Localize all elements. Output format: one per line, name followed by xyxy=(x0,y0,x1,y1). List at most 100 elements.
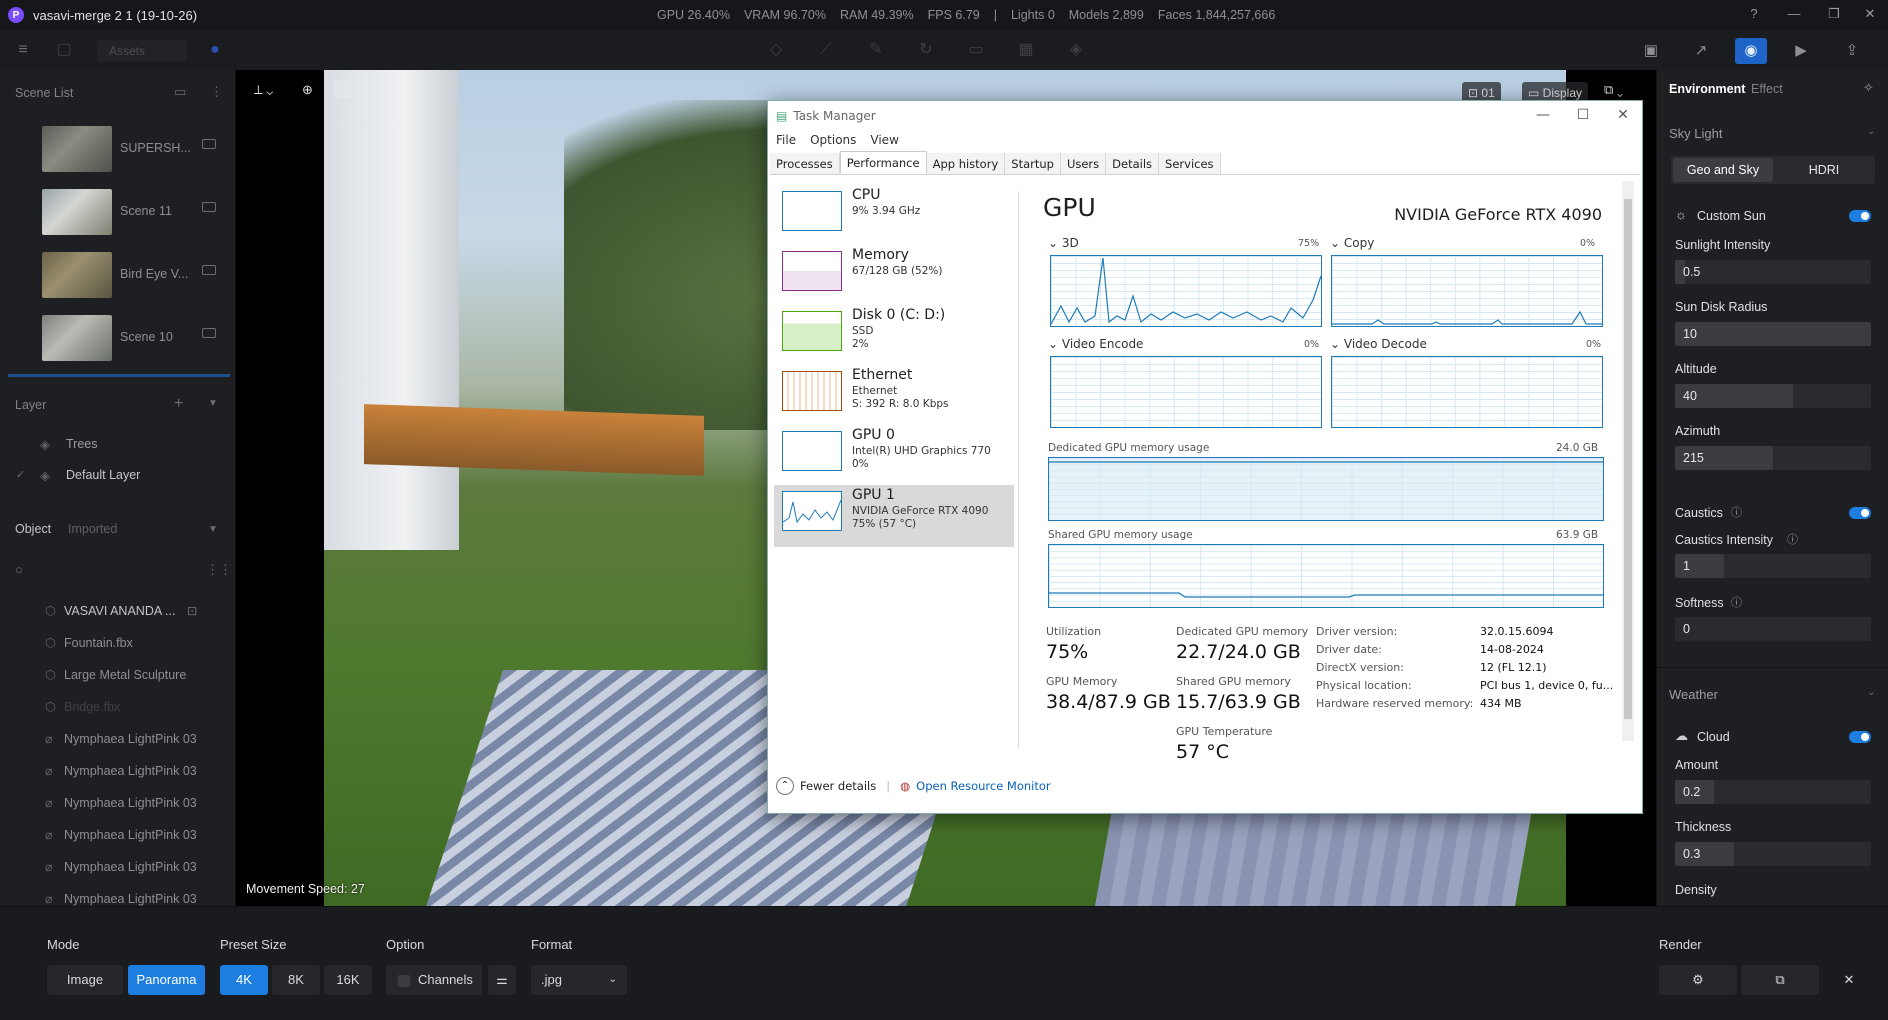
check-icon[interactable]: ✓ xyxy=(16,468,25,481)
thickness-slider[interactable]: 0.3 xyxy=(1675,842,1871,866)
tab-effect[interactable]: Effect xyxy=(1751,82,1783,96)
tab-services[interactable]: Services xyxy=(1159,153,1221,174)
perf-item-disk[interactable]: Disk 0 (C: D:) SSD 2% xyxy=(774,305,1014,367)
camera-icon[interactable]: ◉ xyxy=(1735,38,1767,64)
mode-image-button[interactable]: Image xyxy=(47,965,123,995)
chevron-down-icon[interactable]: ⌄ xyxy=(1330,236,1344,250)
chevron-down-icon[interactable]: ⌄ xyxy=(1330,337,1344,351)
weather-header[interactable]: Weather xyxy=(1669,687,1718,702)
hdri-button[interactable]: HDRI xyxy=(1775,158,1873,182)
layout-icon[interactable]: ⧉ ⌄ xyxy=(1604,82,1623,98)
object-item[interactable]: ⬡ VASAVI ANANDA ... ⊡ xyxy=(45,603,197,618)
object-item[interactable]: ⌀ Nymphaea LightPink 03 xyxy=(45,763,197,778)
object-item[interactable]: ⬡ Large Metal Sculpture xyxy=(45,667,186,682)
tab-details[interactable]: Details xyxy=(1106,153,1160,174)
imported-tab[interactable]: Imported xyxy=(68,522,117,536)
cloud-toggle[interactable] xyxy=(1849,731,1871,743)
camera-icon[interactable] xyxy=(202,265,216,275)
size-4k-button[interactable]: 4K xyxy=(220,965,268,995)
perf-item-gpu1[interactable]: GPU 1 NVIDIA GeForce RTX 4090 75% (57 °C… xyxy=(774,485,1014,547)
object-item[interactable]: ⌀ Nymphaea LightPink 03 xyxy=(45,859,197,874)
layer-item-trees[interactable]: Trees xyxy=(66,437,98,451)
tab-processes[interactable]: Processes xyxy=(770,153,840,174)
maximize-icon[interactable]: ❐ xyxy=(1824,6,1844,22)
caustics-intensity-slider[interactable]: 1 xyxy=(1675,554,1871,578)
file-icon[interactable]: ▢ xyxy=(54,40,74,60)
render-queue-icon[interactable]: ⧉ xyxy=(1741,965,1819,995)
grid-view-icon[interactable]: ⋮⋮ xyxy=(206,562,232,578)
custom-sun-toggle[interactable] xyxy=(1849,210,1871,222)
menu-file[interactable]: File xyxy=(776,133,796,147)
chevron-down-icon[interactable]: ⌄ xyxy=(1048,236,1062,250)
layer-item-default[interactable]: Default Layer xyxy=(66,468,140,482)
tm-maximize-icon[interactable]: ☐ xyxy=(1568,107,1598,123)
object-tab[interactable]: Object xyxy=(15,522,51,536)
add-layer-icon[interactable]: + xyxy=(174,395,183,413)
softness-slider[interactable]: 0 xyxy=(1675,617,1871,641)
object-item[interactable]: ⌀ Nymphaea LightPink 03 xyxy=(45,795,197,810)
video-icon[interactable]: ▭ xyxy=(966,40,986,60)
sky-light-header[interactable]: Sky Light xyxy=(1669,126,1722,141)
grid-icon[interactable]: ▦ xyxy=(1016,40,1036,60)
tm-scrollbar[interactable] xyxy=(1622,181,1634,741)
measure-icon[interactable]: ⟋ xyxy=(816,40,836,60)
sunlight-intensity-slider[interactable]: 0.5 xyxy=(1675,260,1871,284)
scene-item[interactable]: SUPERSH... xyxy=(42,124,222,174)
perf-item-memory[interactable]: Memory 67/128 GB (52%) xyxy=(774,245,1014,307)
chevron-down-icon[interactable]: ⌄ xyxy=(1048,337,1062,351)
size-8k-button[interactable]: 8K xyxy=(272,965,320,995)
refresh-icon[interactable]: ↻ xyxy=(916,40,936,60)
globe-icon[interactable]: ⊕ xyxy=(302,82,313,98)
channels-checkbox[interactable]: Channels xyxy=(386,965,482,995)
close-icon[interactable]: ✕ xyxy=(1860,6,1880,22)
sphere-icon[interactable]: ● xyxy=(205,40,225,60)
scene-item[interactable]: Bird Eye V... xyxy=(42,250,222,300)
chevron-down-icon[interactable]: ▼ xyxy=(208,524,218,535)
export-icon[interactable]: ↗ xyxy=(1685,38,1717,64)
chevron-up-icon[interactable]: ⌃ xyxy=(776,777,794,795)
fewer-details-link[interactable]: Fewer details xyxy=(800,779,876,793)
chevron-down-icon[interactable]: ▼ xyxy=(208,398,218,409)
tab-startup[interactable]: Startup xyxy=(1005,153,1061,174)
open-resource-monitor-link[interactable]: Open Resource Monitor xyxy=(916,779,1050,793)
share-icon[interactable]: ⇪ xyxy=(1836,38,1868,64)
close-render-icon[interactable]: ✕ xyxy=(1823,965,1875,995)
perf-item-gpu0[interactable]: GPU 0 Intel(R) UHD Graphics 770 0% xyxy=(774,425,1014,487)
caustics-toggle[interactable] xyxy=(1849,507,1871,519)
sun-disk-radius-slider[interactable]: 10 xyxy=(1675,322,1871,346)
info-icon[interactable]: ⓘ xyxy=(1731,594,1742,610)
lock-icon[interactable]: ⊡ xyxy=(187,604,197,618)
small-square-icon[interactable] xyxy=(334,80,352,98)
chevron-down-icon[interactable]: ⌄ xyxy=(1867,126,1875,137)
tm-close-icon[interactable]: ✕ xyxy=(1608,107,1638,123)
perf-item-ethernet[interactable]: Ethernet Ethernet S: 392 R: 8.0 Kbps xyxy=(774,365,1014,427)
scene-item[interactable]: Scene 10 xyxy=(42,313,222,363)
pin-icon[interactable]: ✧ xyxy=(1863,80,1874,96)
search-icon[interactable]: ○ xyxy=(15,562,23,577)
tm-scroll-thumb[interactable] xyxy=(1624,199,1632,719)
object-item[interactable]: ⬡ Bridge.fbx xyxy=(45,699,120,714)
video-record-icon[interactable]: ▶ xyxy=(1785,38,1817,64)
azimuth-slider[interactable]: 215 xyxy=(1675,446,1871,470)
tab-users[interactable]: Users xyxy=(1060,153,1107,174)
altitude-slider[interactable]: 40 xyxy=(1675,384,1871,408)
render-settings-icon[interactable]: ⚙ xyxy=(1659,965,1737,995)
info-icon[interactable]: ⓘ xyxy=(1787,531,1798,547)
geo-sky-button[interactable]: Geo and Sky xyxy=(1673,158,1773,182)
object-item[interactable]: ⌀ Nymphaea LightPink 03 xyxy=(45,731,197,746)
brush-icon[interactable]: ✎ xyxy=(866,40,886,60)
menu-icon[interactable]: ≡ xyxy=(13,40,33,60)
format-select[interactable]: .jpg ⌄ xyxy=(531,965,627,995)
info-icon[interactable]: ⓘ xyxy=(1731,504,1742,520)
tab-performance[interactable]: Performance xyxy=(839,151,927,174)
object-item[interactable]: ⬡ Fountain.fbx xyxy=(45,635,133,650)
add-scene-icon[interactable]: ▭ xyxy=(174,84,186,100)
size-16k-button[interactable]: 16K xyxy=(324,965,372,995)
amount-slider[interactable]: 0.2 xyxy=(1675,780,1871,804)
scene-item[interactable]: Scene 11 xyxy=(42,187,222,237)
tab-environment[interactable]: Environment xyxy=(1669,82,1745,96)
perf-item-cpu[interactable]: CPU 9% 3.94 GHz xyxy=(774,185,1014,247)
menu-options[interactable]: Options xyxy=(810,133,856,147)
mode-panorama-button[interactable]: Panorama xyxy=(128,965,205,995)
chevron-down-icon[interactable]: ⌄ xyxy=(1867,687,1875,698)
